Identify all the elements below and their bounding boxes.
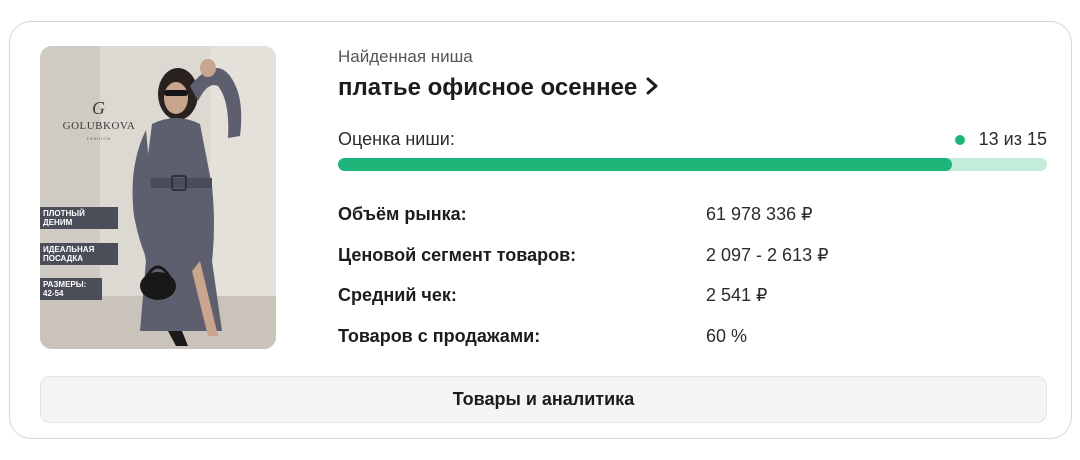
promo-label-fabric: ПЛОТНЫЙ ДЕНИМ (40, 207, 118, 229)
rating-value: 13 из 15 (954, 129, 1047, 150)
promo-label-sizes: РАЗМЕРЫ: 42-54 (40, 278, 102, 300)
brand-mark: G (92, 98, 105, 118)
niche-caption: Найденная ниша (338, 47, 473, 66)
rating-progress-bar (338, 158, 1047, 171)
metric-label-items-with-sales: Товаров с продажами: (338, 326, 541, 346)
brand-logo: GOLUBKOVA (62, 120, 136, 132)
metric-label-market-volume: Объём рынка: (338, 204, 467, 224)
product-image[interactable]: G GOLUBKOVA FASHION ПЛОТНЫЙ ДЕНИМ ИДЕАЛЬ… (40, 46, 276, 349)
brand-tagline: FASHION (86, 136, 112, 141)
metric-label-price-segment: Ценовой сегмент товаров: (338, 245, 577, 265)
metric-value-items-with-sales: 60 % (706, 326, 748, 346)
status-dot-icon (954, 134, 965, 145)
rating-value-text: 13 из 15 (978, 129, 1047, 149)
metric-value-average-check: 2 541 ₽ (706, 285, 768, 305)
niche-title-link[interactable]: платье офисное осеннее (338, 74, 659, 102)
promo-label-fit: ИДЕАЛЬНАЯ ПОСАДКА (40, 243, 118, 265)
rating-progress-fill (338, 158, 953, 171)
niche-title: платье офисное осеннее (338, 74, 638, 101)
chevron-right-icon (646, 77, 658, 95)
rating-label: Оценка ниши: (338, 129, 455, 149)
metric-value-price-segment: 2 097 - 2 613 ₽ (706, 245, 829, 265)
metric-label-average-check: Средний чек: (338, 285, 457, 305)
dress-photo-illustration (40, 46, 276, 349)
products-analytics-button[interactable]: Товары и аналитика (40, 376, 1047, 423)
metric-value-market-volume: 61 978 336 ₽ (706, 204, 813, 224)
